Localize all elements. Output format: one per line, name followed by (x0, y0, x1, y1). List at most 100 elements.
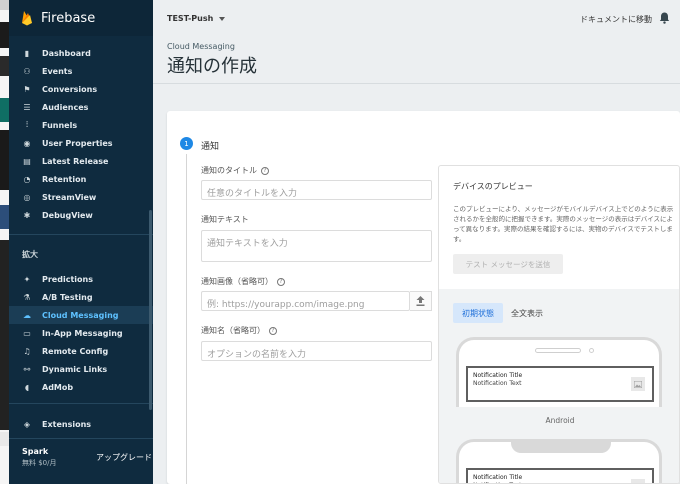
sidebar-item-latest-release[interactable]: ▤ Latest Release (9, 152, 153, 170)
sidebar: Firebase ▮ Dashboard ⚇ Events ⚑ Conversions… (9, 0, 153, 484)
cloud-messaging-icon: ☁ (23, 310, 31, 320)
sidebar-item-dashboard[interactable]: ▮ Dashboard (9, 44, 153, 62)
notification-title: Notification Title (473, 474, 523, 481)
sidebar-item-dynamic-links[interactable]: ⚯ Dynamic Links (9, 360, 153, 378)
sidebar-item-in-app-messaging[interactable]: ▭ In-App Messaging (9, 324, 153, 342)
plan-name: Spark (22, 447, 49, 456)
in-app-messaging-icon: ▭ (23, 328, 31, 338)
extensions-icon: ◈ (23, 419, 31, 429)
plan-info: Spark 無料 $0/月 (22, 447, 57, 468)
notification-title: Notification Title (473, 372, 523, 379)
notification-text: Notification Text (473, 380, 522, 387)
tab-initial-state[interactable]: 初期状態 (453, 303, 503, 323)
funnels-icon: ⫶ (26, 120, 28, 129)
text-field-label: 通知テキスト (201, 215, 249, 224)
help-icon[interactable]: ? (277, 277, 285, 286)
caret-down-icon (219, 16, 226, 21)
title-field-label: 通知のタイトル? (201, 165, 269, 176)
sidebar-scrollbar[interactable] (149, 210, 152, 410)
firebase-logo-icon (22, 11, 32, 26)
extensions-nav: ◈ Extensions (9, 415, 153, 433)
sidebar-divider (9, 403, 153, 404)
name-input[interactable]: オプションの名前を入力 (201, 341, 432, 361)
phone-speaker (535, 348, 581, 353)
sidebar-item-streamview[interactable]: ◎ StreamView (9, 188, 153, 206)
latest-release-icon: ▤ (23, 156, 31, 166)
image-placeholder: 例: https://yourapp.com/image.png (207, 300, 365, 310)
sidebar-item-audiences[interactable]: ☰ Audiences (9, 98, 153, 116)
sidebar-item-cloud-messaging[interactable]: ☁ Cloud Messaging (9, 306, 153, 324)
top-bar: TEST-Push ドキュメントに移動 (153, 0, 680, 36)
flag-icon: ⚑ (23, 84, 31, 94)
title-placeholder: 任意のタイトルを入力 (207, 189, 298, 199)
text-placeholder: 通知テキストを入力 (207, 239, 288, 249)
send-test-message-button[interactable]: テスト メッセージを送信 (453, 254, 563, 274)
upgrade-button[interactable]: アップグレード (96, 452, 152, 463)
sidebar-item-retention[interactable]: ◔ Retention (9, 170, 153, 188)
grow-nav: ✦ Predictions ⚗ A/B Testing ☁ Cloud Messagi… (9, 270, 153, 396)
analytics-nav: ▮ Dashboard ⚇ Events ⚑ Conversions ☰ Audienc… (9, 44, 153, 224)
preview-title: デバイスのプレビュー (453, 182, 533, 191)
page-title: 通知の作成 (167, 56, 257, 77)
ios-phone-mockup: Notification Title Notification Text (456, 439, 662, 483)
image-url-input[interactable]: 例: https://yourapp.com/image.png (201, 291, 410, 311)
docs-link[interactable]: ドキュメントに移動 (580, 14, 652, 25)
sidebar-item-ab-testing[interactable]: ⚗ A/B Testing (9, 288, 153, 306)
image-placeholder-icon (631, 479, 645, 483)
sidebar-divider (9, 234, 153, 235)
notification-preview: Notification Title Notification Text (466, 468, 654, 483)
background-window-strip (0, 0, 9, 484)
retention-icon: ◔ (23, 174, 31, 184)
help-icon[interactable]: ? (261, 166, 269, 175)
sidebar-item-admob[interactable]: ◖ AdMob (9, 378, 153, 396)
dashboard-icon: ▮ (24, 48, 30, 58)
name-field-label: 通知名（省略可）? (201, 325, 277, 336)
brand[interactable]: Firebase (9, 0, 153, 36)
title-input[interactable]: 任意のタイトルを入力 (201, 180, 432, 200)
preview-description: このプレビューにより、メッセージがモバイルデバイス上でどのように表示されるかを全… (453, 205, 674, 243)
tab-full-text[interactable]: 全文表示 (507, 303, 547, 323)
device-preview-panel: デバイスのプレビュー このプレビューにより、メッセージがモバイルデバイス上でどの… (438, 165, 680, 484)
remote-config-icon: ♫ (23, 346, 31, 356)
page-header: Cloud Messaging 通知の作成 (153, 36, 680, 84)
notification-preview: Notification Title Notification Text (466, 366, 654, 402)
upload-button[interactable] (410, 291, 432, 311)
android-label: Android (545, 416, 575, 425)
sidebar-item-extensions[interactable]: ◈ Extensions (9, 415, 153, 433)
sidebar-item-predictions[interactable]: ✦ Predictions (9, 270, 153, 288)
streamview-icon: ◎ (23, 192, 31, 202)
predictions-icon: ✦ (23, 274, 31, 284)
admob-icon: ◖ (24, 382, 30, 392)
phone-notch (511, 442, 611, 453)
section-grow-title: 拡大 (22, 250, 38, 259)
sidebar-divider (9, 438, 153, 439)
ab-testing-icon: ⚗ (23, 292, 31, 302)
step-connector-line (186, 154, 187, 484)
image-field-label: 通知画像（省略可）? (201, 276, 285, 287)
breadcrumb[interactable]: Cloud Messaging (167, 42, 235, 51)
project-selector[interactable]: TEST-Push (167, 14, 226, 23)
sidebar-item-conversions[interactable]: ⚑ Conversions (9, 80, 153, 98)
debugview-icon: ✱ (23, 210, 31, 220)
step-title: 通知 (201, 142, 220, 152)
user-properties-icon: ◉ (23, 138, 31, 148)
sidebar-item-user-properties[interactable]: ◉ User Properties (9, 134, 153, 152)
name-placeholder: オプションの名前を入力 (207, 350, 307, 360)
image-placeholder-icon (631, 377, 645, 391)
brand-name: Firebase (41, 10, 96, 26)
help-icon[interactable]: ? (269, 326, 277, 335)
sidebar-item-debugview[interactable]: ✱ DebugView (9, 206, 153, 224)
phone-camera (589, 348, 594, 353)
sidebar-item-events[interactable]: ⚇ Events (9, 62, 153, 80)
dynamic-links-icon: ⚯ (23, 364, 31, 374)
plan-price: 無料 $0/月 (22, 459, 57, 467)
sidebar-item-funnels[interactable]: ⫶ Funnels (9, 116, 153, 134)
sidebar-item-remote-config[interactable]: ♫ Remote Config (9, 342, 153, 360)
text-input[interactable]: 通知テキストを入力 (201, 230, 432, 262)
upload-icon (416, 296, 425, 306)
step-number-badge: 1 (180, 137, 193, 150)
bell-icon[interactable] (659, 12, 670, 24)
preview-area: 初期状態 全文表示 Notification Title Notificatio… (439, 289, 679, 483)
audiences-icon: ☰ (23, 102, 31, 112)
events-icon: ⚇ (23, 66, 31, 76)
